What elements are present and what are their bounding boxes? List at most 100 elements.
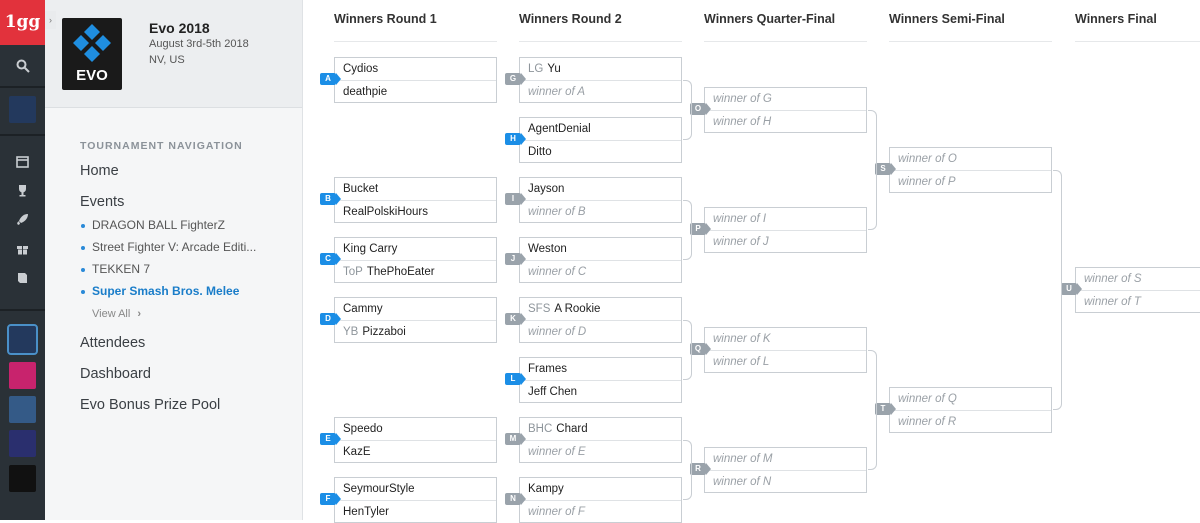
match-card[interactable]: Cammy YB Pizzaboi xyxy=(334,297,497,343)
player-slot[interactable]: Frames xyxy=(520,358,681,380)
nav-attendees[interactable]: Attendees xyxy=(80,335,145,351)
player-slot[interactable]: Cammy xyxy=(335,298,496,320)
player-name: Speedo xyxy=(343,423,383,435)
match-card[interactable]: Weston winner of C xyxy=(519,237,682,283)
nav-events[interactable]: Events xyxy=(80,194,124,210)
player-slot[interactable]: Weston xyxy=(520,238,681,260)
svg-text:EVO: EVO xyxy=(76,67,108,84)
player-slot[interactable]: King Carry xyxy=(335,238,496,260)
placeholder-name: winner of F xyxy=(528,506,585,518)
match-card[interactable]: Frames Jeff Chen xyxy=(519,357,682,403)
player-slot[interactable]: winner of J xyxy=(705,230,866,252)
player-slot[interactable]: SeymourStyle xyxy=(335,478,496,500)
match-card[interactable]: winner of G winner of H xyxy=(704,87,867,133)
placeholder-name: winner of M xyxy=(713,453,773,465)
player-slot[interactable]: RealPolskiHours xyxy=(335,200,496,222)
tournament-location: NV, US xyxy=(149,54,185,66)
player-slot[interactable]: winner of M xyxy=(705,448,866,470)
player-slot[interactable]: AgentDenial xyxy=(520,118,681,140)
player-slot[interactable]: winner of Q xyxy=(890,388,1051,410)
player-slot[interactable]: Cydios xyxy=(335,58,496,80)
match-card[interactable]: Kampy winner of F xyxy=(519,477,682,523)
player-slot[interactable]: winner of C xyxy=(520,260,681,282)
book-icon[interactable] xyxy=(0,271,45,287)
bracket-connector xyxy=(683,80,692,140)
optic-tile[interactable] xyxy=(9,465,36,492)
player-slot[interactable]: winner of S xyxy=(1076,268,1200,290)
nav-prize-pool[interactable]: Evo Bonus Prize Pool xyxy=(80,397,220,413)
player-slot[interactable]: Jayson xyxy=(520,178,681,200)
nav-home[interactable]: Home xyxy=(80,163,119,179)
player-slot[interactable]: winner of A xyxy=(520,80,681,102)
ceo-tile[interactable] xyxy=(9,396,36,423)
player-name: Yu xyxy=(547,63,561,75)
match-card[interactable]: winner of M winner of N xyxy=(704,447,867,493)
player-slot[interactable]: winner of L xyxy=(705,350,866,372)
player-name: Weston xyxy=(528,243,567,255)
player-slot[interactable]: ToP ThePhoEater xyxy=(335,260,496,282)
match-card[interactable]: SFS A Rookie winner of D xyxy=(519,297,682,343)
match-card[interactable]: Bucket RealPolskiHours xyxy=(334,177,497,223)
match-card[interactable]: AgentDenial Ditto xyxy=(519,117,682,163)
event-item-active[interactable]: Super Smash Bros. Melee xyxy=(80,284,239,298)
pu-tile[interactable] xyxy=(9,430,36,457)
player-slot[interactable]: winner of D xyxy=(520,320,681,342)
player-slot[interactable]: Jeff Chen xyxy=(520,380,681,402)
player-slot[interactable]: winner of K xyxy=(705,328,866,350)
match-card[interactable]: LG Yu winner of A xyxy=(519,57,682,103)
player-slot[interactable]: winner of H xyxy=(705,110,866,132)
player-slot[interactable]: LG Yu xyxy=(520,58,681,80)
view-all-link[interactable]: View All › xyxy=(92,308,141,320)
search-icon[interactable] xyxy=(0,59,45,76)
site-logo[interactable]: 1gg xyxy=(0,0,45,45)
rocket-icon[interactable] xyxy=(0,213,45,229)
match-id-tag: H xyxy=(505,133,526,145)
match-card[interactable]: BHC Chard winner of E xyxy=(519,417,682,463)
event-item[interactable]: TEKKEN 7 xyxy=(80,262,150,276)
trophy-icon[interactable] xyxy=(0,184,45,200)
gift-icon[interactable] xyxy=(0,242,45,258)
player-slot[interactable]: winner of B xyxy=(520,200,681,222)
placeholder-name: winner of P xyxy=(898,176,956,188)
evo-thumb[interactable] xyxy=(9,96,36,123)
player-slot[interactable]: winner of G xyxy=(705,88,866,110)
match-id-tag: F xyxy=(320,493,341,505)
calendar-icon[interactable] xyxy=(0,155,45,171)
sidebar-collapse-toggle[interactable]: › xyxy=(45,11,56,29)
event-item[interactable]: Street Fighter V: Arcade Editi... xyxy=(80,240,256,254)
pink-tile[interactable] xyxy=(9,362,36,389)
player-slot[interactable]: HenTyler xyxy=(335,500,496,522)
placeholder-name: winner of S xyxy=(1084,273,1142,285)
player-slot[interactable]: Ditto xyxy=(520,140,681,162)
match-card[interactable]: Jayson winner of B xyxy=(519,177,682,223)
match-card[interactable]: winner of Q winner of R xyxy=(889,387,1052,433)
match-card[interactable]: winner of O winner of P xyxy=(889,147,1052,193)
match-card[interactable]: King Carry ToP ThePhoEater xyxy=(334,237,497,283)
player-slot[interactable]: deathpie xyxy=(335,80,496,102)
match-card[interactable]: Cydios deathpie xyxy=(334,57,497,103)
event-item[interactable]: DRAGON BALL FighterZ xyxy=(81,218,225,232)
match-card[interactable]: winner of K winner of L xyxy=(704,327,867,373)
player-slot[interactable]: SFS A Rookie xyxy=(520,298,681,320)
player-slot[interactable]: winner of E xyxy=(520,440,681,462)
evo-tile[interactable] xyxy=(7,324,38,355)
match-card[interactable]: SeymourStyle HenTyler xyxy=(334,477,497,523)
player-slot[interactable]: winner of T xyxy=(1076,290,1200,312)
player-slot[interactable]: winner of R xyxy=(890,410,1051,432)
player-slot[interactable]: BHC Chard xyxy=(520,418,681,440)
match-card[interactable]: winner of S winner of T xyxy=(1075,267,1200,313)
sponsor-prefix: LG xyxy=(528,63,544,75)
nav-dashboard[interactable]: Dashboard xyxy=(80,366,151,382)
player-slot[interactable]: winner of I xyxy=(705,208,866,230)
player-slot[interactable]: Bucket xyxy=(335,178,496,200)
player-slot[interactable]: Kampy xyxy=(520,478,681,500)
match-card[interactable]: winner of I winner of J xyxy=(704,207,867,253)
player-slot[interactable]: winner of N xyxy=(705,470,866,492)
player-slot[interactable]: winner of P xyxy=(890,170,1051,192)
player-slot[interactable]: KazE xyxy=(335,440,496,462)
player-slot[interactable]: winner of F xyxy=(520,500,681,522)
player-slot[interactable]: Speedo xyxy=(335,418,496,440)
match-card[interactable]: Speedo KazE xyxy=(334,417,497,463)
player-slot[interactable]: YB Pizzaboi xyxy=(335,320,496,342)
player-slot[interactable]: winner of O xyxy=(890,148,1051,170)
